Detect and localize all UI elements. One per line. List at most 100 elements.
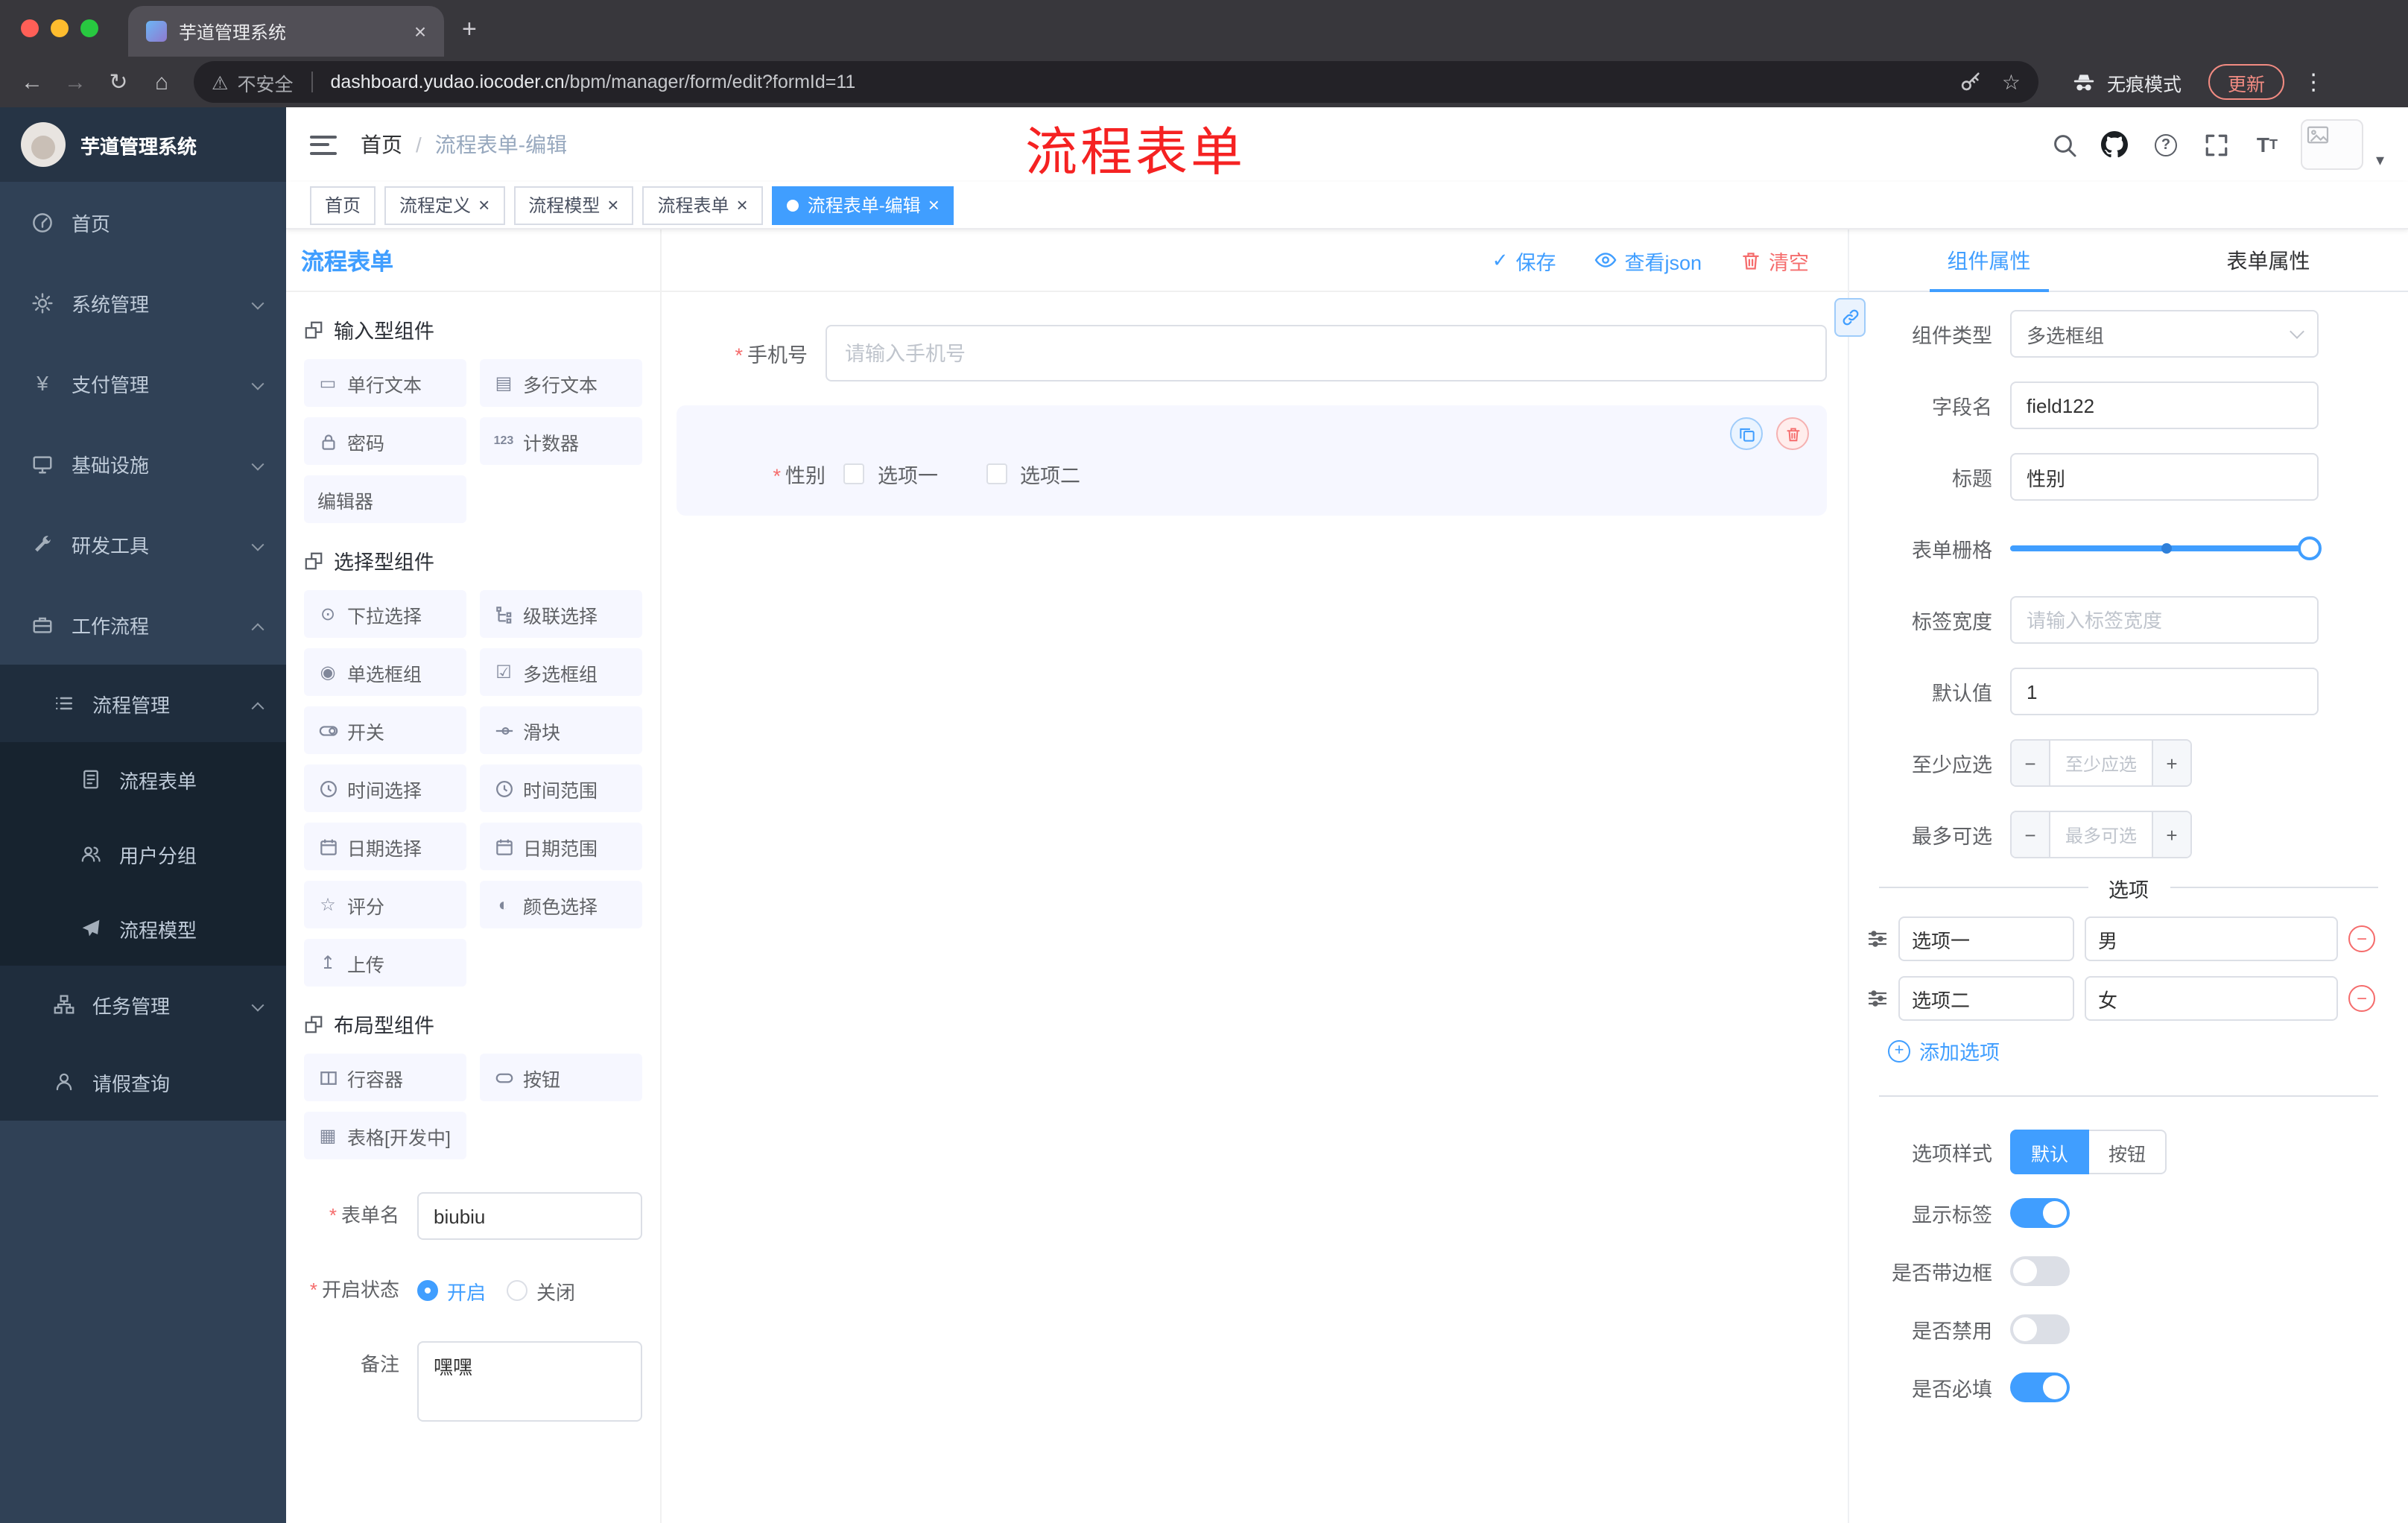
palette-item-counter[interactable]: 123 计数器: [480, 417, 642, 465]
max-select-stepper[interactable]: − 最多可选 +: [2010, 811, 2192, 858]
required-toggle[interactable]: [2010, 1372, 2070, 1402]
sidebar-item-process-management[interactable]: 流程管理: [0, 665, 286, 742]
add-option-button[interactable]: + 添加选项: [1849, 1036, 2408, 1066]
field-name-input[interactable]: [2010, 381, 2319, 429]
tab-close-icon[interactable]: ×: [408, 19, 432, 43]
gender-field[interactable]: 性别 选项一 选项二: [694, 459, 1809, 489]
gender-checkbox-option2[interactable]: 选项二: [986, 459, 1080, 489]
component-type-select[interactable]: 多选框组: [2010, 310, 2319, 358]
label-width-input[interactable]: [2010, 596, 2319, 644]
decrease-button[interactable]: −: [2012, 741, 2050, 785]
option-label-input[interactable]: [1898, 976, 2074, 1021]
status-radio-off[interactable]: 关闭: [507, 1276, 575, 1305]
palette-item-multi-line-text[interactable]: ▤ 多行文本: [480, 359, 642, 407]
url-text[interactable]: dashboard.yudao.iocoder.cn/bpm/manager/f…: [330, 72, 1945, 92]
caret-down-icon[interactable]: ▾: [2376, 151, 2384, 170]
sidebar-item-infrastructure[interactable]: 基础设施: [0, 423, 286, 504]
palette-item-button[interactable]: 按钮: [480, 1054, 642, 1101]
tag-close-icon[interactable]: ×: [478, 195, 489, 215]
palette-item-row-container[interactable]: 行容器: [304, 1054, 466, 1101]
update-button[interactable]: 更新: [2208, 64, 2285, 100]
palette-item-time-range[interactable]: 时间范围: [480, 764, 642, 812]
link-icon[interactable]: [1834, 298, 1866, 337]
sidebar-item-system[interactable]: 系统管理: [0, 262, 286, 343]
canvas-body[interactable]: 手机号: [662, 292, 1848, 1523]
decrease-button[interactable]: −: [2012, 812, 2050, 857]
tag-close-icon[interactable]: ×: [928, 195, 940, 215]
password-key-icon[interactable]: [1954, 66, 1987, 98]
avatar[interactable]: [2301, 119, 2364, 170]
github-icon[interactable]: [2099, 128, 2132, 161]
sidebar-item-leave-query[interactable]: 请假查询: [0, 1043, 286, 1121]
palette-item-rate[interactable]: ☆ 评分: [304, 881, 466, 928]
browser-tab[interactable]: 芋道管理系统 ×: [128, 6, 444, 57]
slider-handle[interactable]: [2298, 536, 2322, 560]
tag-process-form-edit[interactable]: 流程表单-编辑 ×: [771, 186, 954, 224]
drag-handle-icon[interactable]: [1867, 988, 1888, 1009]
sidebar-item-workflow[interactable]: 工作流程: [0, 584, 286, 665]
fullscreen-icon[interactable]: [2200, 128, 2233, 161]
palette-item-table[interactable]: ▦ 表格[开发中]: [304, 1112, 466, 1159]
tag-process-definition[interactable]: 流程定义 ×: [384, 186, 505, 224]
sidebar-item-process-form[interactable]: 流程表单: [0, 742, 286, 817]
sidebar-item-devtools[interactable]: 研发工具: [0, 504, 286, 584]
delete-component-button[interactable]: [1776, 417, 1809, 450]
window-close-button[interactable]: [21, 19, 39, 37]
bookmark-star-icon[interactable]: ☆: [2002, 69, 2021, 95]
palette-item-cascader[interactable]: 级联选择: [480, 590, 642, 638]
tag-process-form[interactable]: 流程表单 ×: [642, 186, 763, 224]
new-tab-button[interactable]: +: [462, 15, 477, 45]
reload-button[interactable]: ↻: [98, 62, 139, 102]
home-button[interactable]: ⌂: [142, 62, 182, 102]
sidebar-logo[interactable]: 芋道管理系统: [0, 107, 286, 182]
tag-process-model[interactable]: 流程模型 ×: [513, 186, 634, 224]
address-bar[interactable]: ⚠ 不安全 dashboard.yudao.iocoder.cn/bpm/man…: [194, 61, 2038, 103]
back-button[interactable]: ←: [12, 62, 52, 102]
breadcrumb-home[interactable]: 首页: [361, 130, 402, 159]
title-input[interactable]: [2010, 453, 2319, 501]
style-button-button[interactable]: 按钮: [2089, 1130, 2167, 1174]
security-label[interactable]: 不安全: [237, 68, 293, 96]
phone-field[interactable]: 手机号: [677, 325, 1827, 381]
tab-component-props[interactable]: 组件属性: [1849, 229, 2129, 292]
palette-item-upload[interactable]: ↥ 上传: [304, 939, 466, 987]
palette-item-switch[interactable]: 开关: [304, 706, 466, 754]
view-json-button[interactable]: 查看json: [1594, 245, 1702, 275]
font-size-icon[interactable]: TT: [2251, 128, 2284, 161]
window-zoom-button[interactable]: [80, 19, 98, 37]
border-toggle[interactable]: [2010, 1256, 2070, 1286]
phone-input[interactable]: [826, 325, 1827, 381]
tab-form-props[interactable]: 表单属性: [2129, 229, 2408, 291]
palette-item-date-range[interactable]: 日期范围: [480, 823, 642, 870]
save-button[interactable]: ✓ 保存: [1492, 245, 1556, 275]
browser-menu-icon[interactable]: ⋮: [2302, 69, 2325, 95]
sidebar-toggle-icon[interactable]: [310, 135, 337, 154]
remove-option-icon[interactable]: −: [2348, 925, 2375, 952]
form-remark-textarea[interactable]: 嘿嘿: [417, 1341, 642, 1422]
forward-button[interactable]: →: [55, 62, 95, 102]
default-value-input[interactable]: [2010, 668, 2319, 715]
option-value-input[interactable]: [2085, 916, 2338, 961]
tag-close-icon[interactable]: ×: [607, 195, 618, 215]
tag-home[interactable]: 首页: [310, 186, 376, 224]
sidebar-item-task-management[interactable]: 任务管理: [0, 966, 286, 1043]
palette-item-radio-group[interactable]: ◉ 单选框组: [304, 648, 466, 696]
form-grid-slider[interactable]: [2010, 525, 2322, 572]
copy-component-button[interactable]: [1730, 417, 1763, 450]
palette-item-slider[interactable]: 滑块: [480, 706, 642, 754]
increase-button[interactable]: +: [2152, 812, 2190, 857]
palette-item-color-picker[interactable]: ◐ 颜色选择: [480, 881, 642, 928]
sidebar-item-user-groups[interactable]: 用户分组: [0, 817, 286, 891]
option-label-input[interactable]: [1898, 916, 2074, 961]
disabled-toggle[interactable]: [2010, 1314, 2070, 1344]
palette-item-checkbox-group[interactable]: ☑ 多选框组: [480, 648, 642, 696]
option-value-input[interactable]: [2085, 976, 2338, 1021]
show-label-toggle[interactable]: [2010, 1198, 2070, 1228]
min-select-stepper[interactable]: − 至少应选 +: [2010, 739, 2192, 787]
remove-option-icon[interactable]: −: [2348, 985, 2375, 1012]
search-icon[interactable]: [2048, 128, 2081, 161]
clear-button[interactable]: 清空: [1740, 245, 1809, 275]
help-icon[interactable]: ?: [2149, 128, 2182, 161]
palette-item-editor[interactable]: 编辑器: [304, 475, 466, 523]
sidebar-item-home[interactable]: 首页: [0, 182, 286, 262]
